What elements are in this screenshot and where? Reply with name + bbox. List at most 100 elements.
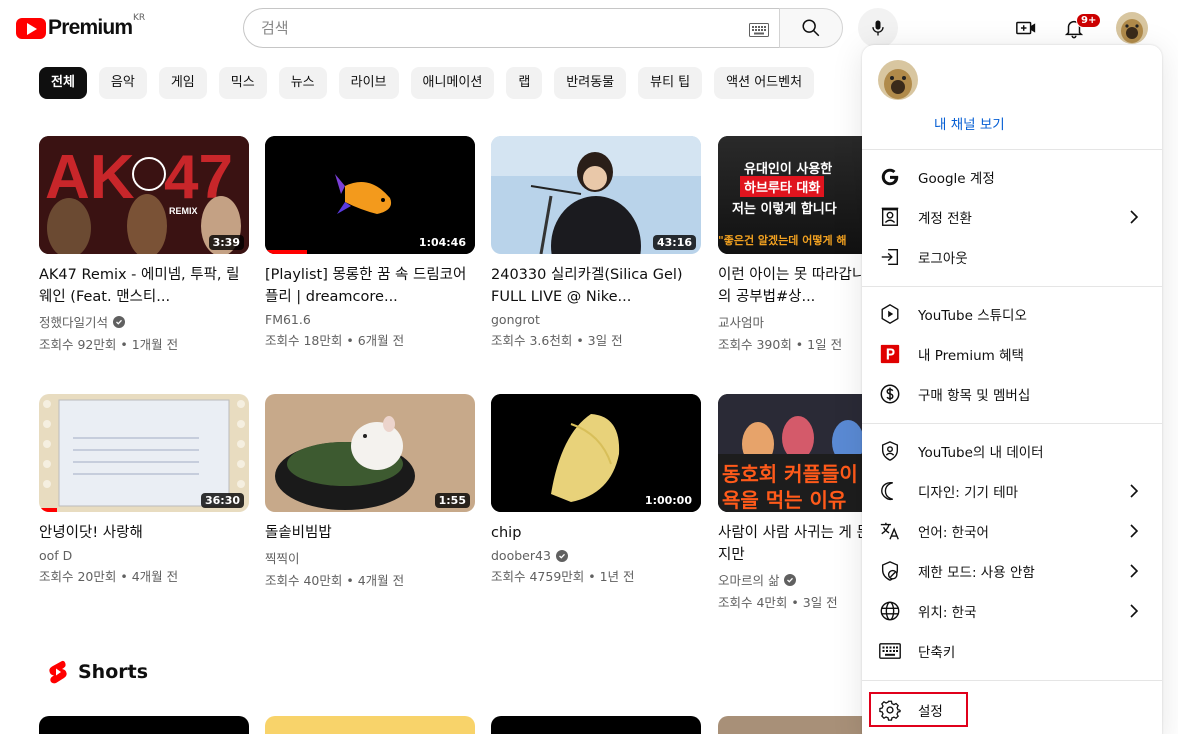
short-card[interactable]	[39, 716, 249, 734]
create-video-icon	[1016, 21, 1036, 35]
menu-item-label: 언어: 한국어	[918, 525, 989, 541]
video-card[interactable]: 1:55 돌솥비빔밥 찍찍이 조회수 40만회 • 4개월 전	[265, 394, 475, 589]
video-title[interactable]: AK47 Remix - 에미넴, 투팍, 릴 웨인 (Feat. 맨스티...	[39, 264, 249, 308]
chip-live[interactable]: 라이브	[338, 67, 399, 99]
avatar[interactable]	[1116, 12, 1148, 44]
video-duration: 1:55	[434, 493, 470, 508]
channel-name[interactable]: 정했다일기석	[39, 312, 249, 331]
chip-all[interactable]: 전체	[39, 67, 87, 99]
channel-name[interactable]: oof D	[39, 548, 249, 563]
menu-divider	[862, 149, 1162, 150]
menu-item-restricted-mode[interactable]: 제한 모드: 사용 안함	[862, 551, 1162, 591]
menu-item-switch-account[interactable]: 계정 전환	[862, 197, 1162, 237]
chip-action-adventure[interactable]: 액션 어드벤처	[714, 67, 815, 99]
chevron-right-icon	[1122, 479, 1146, 503]
logo-region: KR	[133, 13, 146, 23]
chip-music[interactable]: 음악	[98, 67, 147, 99]
menu-item-your-data[interactable]: YouTube의 내 데이터	[862, 431, 1162, 471]
studio-icon	[878, 302, 902, 326]
video-thumbnail[interactable]: 1:55	[265, 394, 475, 512]
youtube-premium-logo[interactable]: Premium KR	[16, 13, 145, 40]
menu-item-youtube-studio[interactable]: YouTube 스튜디오	[862, 294, 1162, 334]
watch-progress-bar	[265, 250, 307, 254]
shorts-icon	[49, 660, 67, 684]
chip-mix[interactable]: 믹스	[218, 67, 267, 99]
chip-pets[interactable]: 반려동물	[554, 67, 627, 99]
video-thumbnail[interactable]: 1:00:00	[491, 394, 701, 512]
chip-news[interactable]: 뉴스	[278, 67, 327, 99]
video-card[interactable]: 43:16 240330 실리카겔(Silica Gel) FULL LIVE …	[491, 136, 701, 349]
video-title[interactable]: 돌솥비빔밥	[265, 522, 475, 544]
video-meta: 조회수 3.6천회 • 3일 전	[491, 333, 623, 348]
menu-item-label: Google 계정	[918, 171, 995, 187]
microphone-icon	[872, 20, 884, 36]
menu-item-appearance[interactable]: 디자인: 기기 테마	[862, 471, 1162, 511]
shorts-section-header: Shorts	[48, 660, 148, 684]
menu-item-purchases-memberships[interactable]: 구매 항목 및 멤버십	[862, 374, 1162, 414]
video-title[interactable]: [Playlist] 몽롱한 꿈 속 드림코어 플리 | dreamcore..…	[265, 264, 475, 308]
channel-name[interactable]: 찍찍이	[265, 548, 475, 567]
video-duration: 1:00:00	[640, 493, 696, 508]
menu-item-label: 제한 모드: 사용 안함	[918, 565, 1035, 581]
video-thumbnail[interactable]: 36:30	[39, 394, 249, 512]
video-title[interactable]: 안녕이닷! 사랑해	[39, 522, 249, 544]
video-thumbnail[interactable]: 1:04:46	[265, 136, 475, 254]
thumbnail-text: 욕을 먹는 이유	[722, 488, 847, 512]
svg-text:REMIX: REMIX	[169, 206, 198, 216]
channel-name[interactable]: gongrot	[491, 312, 701, 327]
video-meta: 조회수 92만회 • 1개월 전	[39, 337, 179, 352]
menu-item-language[interactable]: 언어: 한국어	[862, 511, 1162, 551]
logo-text: Premium	[48, 16, 133, 39]
video-meta: 조회수 18만회 • 6개월 전	[265, 333, 405, 348]
video-card[interactable]: 1:04:46 [Playlist] 몽롱한 꿈 속 드림코어 플리 | dre…	[265, 136, 475, 349]
chevron-right-icon	[1122, 205, 1146, 229]
premium-icon	[878, 342, 902, 366]
verified-icon	[555, 549, 568, 562]
video-card[interactable]: 36:30 안녕이닷! 사랑해 oof D 조회수 20만회 • 4개월 전	[39, 394, 249, 585]
search-button[interactable]	[779, 8, 843, 48]
video-thumbnail[interactable]: AK 47 REMIX 3:39	[39, 136, 249, 254]
avatar	[878, 60, 918, 100]
menu-item-label: 내 Premium 혜택	[918, 348, 1024, 364]
video-meta: 조회수 20만회 • 4개월 전	[39, 569, 179, 584]
channel-name[interactable]: doober43	[491, 548, 701, 563]
video-meta: 조회수 40만회 • 4개월 전	[265, 573, 405, 588]
menu-item-sign-out[interactable]: 로그아웃	[862, 237, 1162, 277]
menu-item-label: 계정 전환	[918, 211, 972, 227]
verified-icon	[113, 315, 126, 328]
menu-item-label: YouTube 스튜디오	[918, 308, 1027, 324]
chip-beauty[interactable]: 뷰티 팁	[638, 67, 703, 99]
search-input[interactable]	[261, 19, 731, 37]
chevron-right-icon	[1122, 519, 1146, 543]
chip-rap[interactable]: 랩	[506, 67, 543, 99]
video-duration: 1:04:46	[414, 235, 470, 250]
voice-search-button[interactable]	[858, 8, 898, 48]
menu-divider	[862, 286, 1162, 287]
keyboard-icon[interactable]	[749, 22, 769, 41]
thumbnail-text: 하브루타 대화	[740, 176, 825, 197]
video-duration: 43:16	[652, 235, 696, 250]
chip-games[interactable]: 게임	[158, 67, 207, 99]
chip-animation[interactable]: 애니메이션	[410, 67, 495, 99]
moon-icon	[878, 479, 902, 503]
restricted-icon	[878, 559, 902, 583]
channel-name[interactable]: FM61.6	[265, 312, 475, 327]
video-title[interactable]: chip	[491, 522, 701, 544]
shield-person-icon	[878, 439, 902, 463]
create-button[interactable]	[1006, 8, 1046, 48]
menu-item-google-account[interactable]: Google 계정	[862, 157, 1162, 197]
video-title[interactable]: 240330 실리카겔(Silica Gel) FULL LIVE @ Nike…	[491, 264, 701, 308]
menu-item-keyboard-shortcuts[interactable]: 단축키	[862, 631, 1162, 671]
video-thumbnail[interactable]: 43:16	[491, 136, 701, 254]
video-duration: 3:39	[208, 235, 244, 250]
short-card[interactable]	[265, 716, 475, 734]
menu-item-label: 단축키	[918, 645, 956, 661]
view-channel-link[interactable]: 내 채널 보기	[934, 113, 1005, 133]
short-card[interactable]	[491, 716, 701, 734]
menu-item-location[interactable]: 위치: 한국	[862, 591, 1162, 631]
thumbnail-text: 유대인이 사용한	[744, 162, 833, 177]
video-card[interactable]: 1:00:00 chip doober43 조회수 4759만회 • 1년 전	[491, 394, 701, 585]
video-card[interactable]: AK 47 REMIX 3:39 AK47 Remix - 에미넴, 투팍, 릴 웨…	[39, 136, 249, 353]
menu-item-premium-benefits[interactable]: 내 Premium 혜택	[862, 334, 1162, 374]
menu-item-label: 구매 항목 및 멤버십	[918, 388, 1031, 404]
